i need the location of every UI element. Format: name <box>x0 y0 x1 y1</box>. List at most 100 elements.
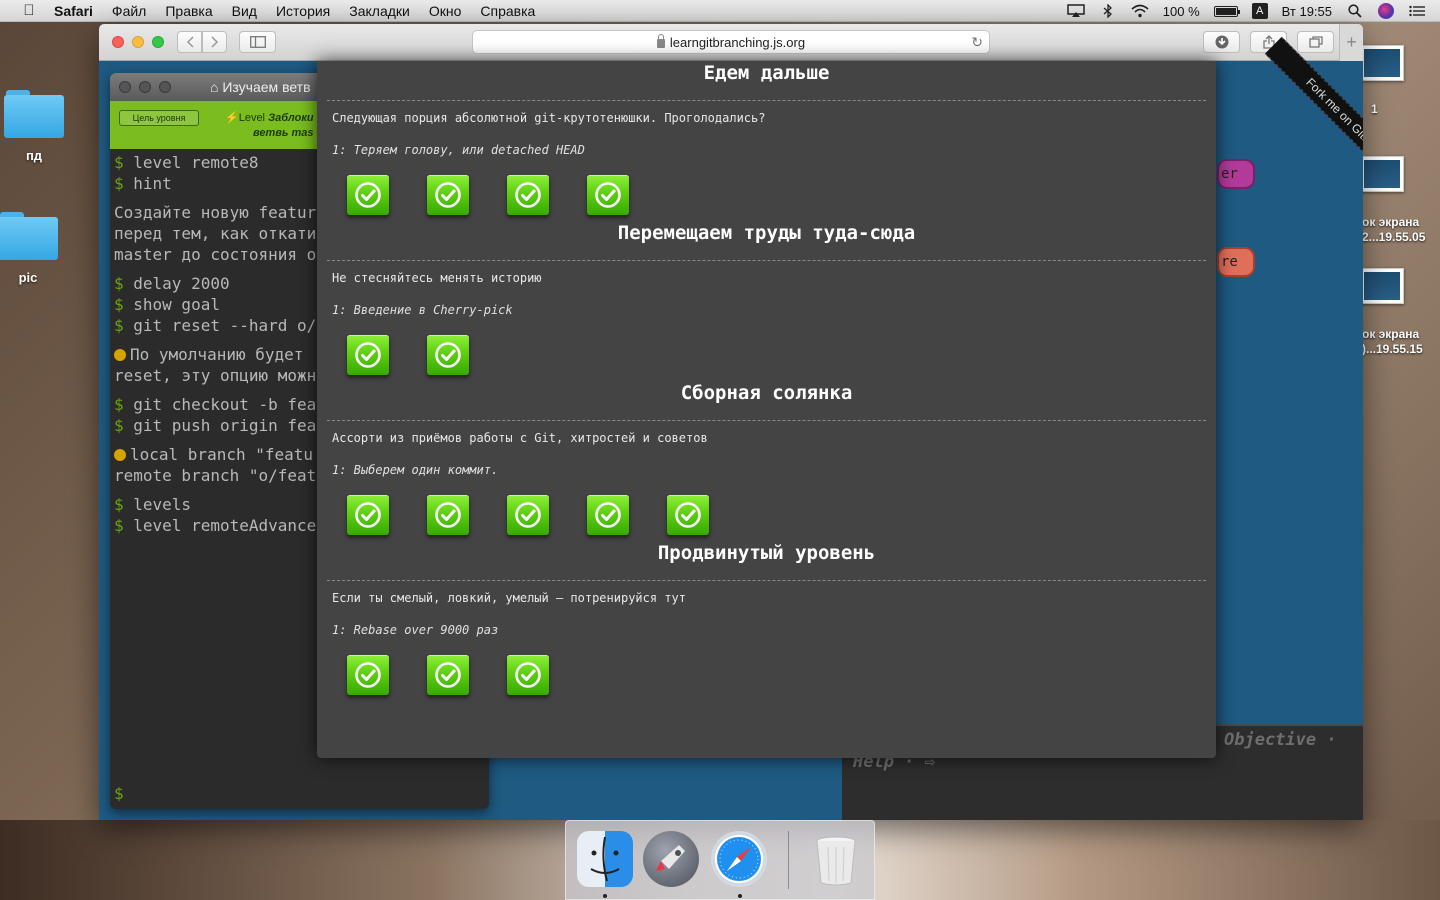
check-icon <box>435 502 461 528</box>
launchpad-icon[interactable] <box>643 831 699 887</box>
desktop-folder-pic[interactable]: pic <box>0 212 58 285</box>
section-title: Продвинутый уровень <box>657 542 876 564</box>
section-title: Сборная солянка <box>680 382 853 404</box>
check-icon <box>515 182 541 208</box>
new-tab-button[interactable]: + <box>1339 24 1363 61</box>
folder-icon <box>0 212 58 260</box>
desktop-folder-pd[interactable]: пд <box>4 90 64 163</box>
menu-history[interactable]: История <box>276 3 330 19</box>
folder-icon <box>4 90 64 138</box>
level-section: Сборная солянка Ассорти из приёмов работы… <box>317 381 1216 541</box>
completed-level-button[interactable] <box>667 495 709 535</box>
section-divider <box>327 420 1206 421</box>
level-buttons <box>347 335 507 375</box>
section-description: Не стесняйтесь менять историю <box>332 271 542 285</box>
desktop-screenshot-thumbnail[interactable] <box>1360 156 1404 192</box>
levels-sections: Едем дальше Следующая порция абсолютной g… <box>317 61 1216 701</box>
completed-level-button[interactable] <box>347 495 389 535</box>
level-section: Едем дальше Следующая порция абсолютной g… <box>317 61 1216 221</box>
forward-button[interactable] <box>202 31 227 53</box>
apple-menu-icon[interactable]:  <box>20 2 38 20</box>
section-divider <box>327 260 1206 261</box>
level-buttons <box>347 495 747 535</box>
bluetooth-icon[interactable] <box>1099 4 1117 18</box>
desktop-screenshot-thumbnail[interactable] <box>1360 45 1404 81</box>
terminal-prompt[interactable]: $ <box>114 784 124 803</box>
downloads-button[interactable] <box>1203 31 1240 53</box>
finder-icon[interactable] <box>577 831 633 887</box>
terminal-minimize-dot[interactable] <box>139 81 151 93</box>
completed-level-button[interactable] <box>427 655 469 695</box>
completed-level-button[interactable] <box>427 335 469 375</box>
fullscreen-window-button[interactable] <box>152 36 164 48</box>
minimize-window-button[interactable] <box>132 36 144 48</box>
notification-center-icon[interactable] <box>1408 4 1426 18</box>
warning-icon <box>114 349 126 361</box>
branch-label: re <box>1217 247 1255 277</box>
check-icon <box>435 342 461 368</box>
safari-window: learngitbranching.js.org ↻ + ⌂ Изучаем в… <box>99 24 1363 820</box>
sidebar-toggle-button[interactable] <box>239 31 276 53</box>
close-window-button[interactable] <box>112 36 124 48</box>
desktop-screenshot-thumbnail[interactable] <box>1360 268 1404 304</box>
safari-icon[interactable] <box>711 831 767 887</box>
battery-icon[interactable] <box>1213 5 1240 17</box>
completed-level-button[interactable] <box>587 175 629 215</box>
url-text: learngitbranching.js.org <box>669 34 806 50</box>
completed-level-button[interactable] <box>507 495 549 535</box>
menu-file[interactable]: Файл <box>112 3 146 19</box>
menu-edit[interactable]: Правка <box>165 3 212 19</box>
completed-level-button[interactable] <box>347 175 389 215</box>
objective-link[interactable]: Objective · <box>1224 730 1337 750</box>
address-bar[interactable]: learngitbranching.js.org ↻ <box>472 30 990 54</box>
menubar-clock[interactable]: Вт 19:55 <box>1282 4 1332 19</box>
spotlight-search-icon[interactable] <box>1346 4 1364 18</box>
menu-help[interactable]: Справка <box>480 3 535 19</box>
siri-icon[interactable] <box>1378 3 1394 19</box>
tab-overview-button[interactable] <box>1297 31 1334 53</box>
wifi-icon[interactable] <box>1131 4 1149 18</box>
check-icon <box>435 662 461 688</box>
menu-bar:  Safari Файл Правка Вид История Закладк… <box>0 0 1440 22</box>
section-level-name: 1: Выберем один коммит. <box>332 463 499 477</box>
completed-level-button[interactable] <box>347 335 389 375</box>
chevron-left-icon <box>186 36 194 48</box>
levels-modal: Едем дальше Следующая порция абсолютной g… <box>317 61 1216 758</box>
check-icon <box>595 182 621 208</box>
level-goal-button[interactable]: Цель уровня <box>119 110 199 126</box>
menu-bookmarks[interactable]: Закладки <box>349 3 410 19</box>
terminal-close-dot[interactable] <box>119 81 131 93</box>
completed-level-button[interactable] <box>427 175 469 215</box>
completed-level-button[interactable] <box>347 655 389 695</box>
check-icon <box>675 502 701 528</box>
section-title: Едем дальше <box>703 62 830 84</box>
desktop-folder-label: pic <box>18 270 38 285</box>
back-button[interactable] <box>177 31 202 53</box>
check-icon <box>355 502 381 528</box>
menu-app-name[interactable]: Safari <box>54 3 93 19</box>
check-icon <box>435 182 461 208</box>
check-icon <box>515 502 541 528</box>
completed-level-button[interactable] <box>427 495 469 535</box>
battery-percent: 100 % <box>1162 3 1200 19</box>
level-section: Продвинутый уровень Если ты смелый, ловки… <box>317 541 1216 701</box>
reload-icon[interactable]: ↻ <box>971 34 983 51</box>
tabs-icon <box>1308 36 1323 48</box>
section-divider <box>327 100 1206 101</box>
menu-window[interactable]: Окно <box>429 3 462 19</box>
terminal-maximize-dot[interactable] <box>159 81 171 93</box>
download-icon <box>1215 35 1228 49</box>
browser-toolbar: learngitbranching.js.org ↻ + <box>99 24 1363 61</box>
section-level-name: 1: Введение в Cherry-pick <box>332 303 513 317</box>
trash-icon[interactable] <box>808 831 864 887</box>
check-icon <box>515 662 541 688</box>
lock-icon <box>656 33 665 48</box>
completed-level-button[interactable] <box>587 495 629 535</box>
desktop-file-label: ок экрана)...19.55.15 <box>1362 327 1423 356</box>
chevron-right-icon <box>210 36 218 48</box>
completed-level-button[interactable] <box>507 655 549 695</box>
input-source-icon[interactable]: A <box>1251 3 1268 19</box>
menu-view[interactable]: Вид <box>232 3 257 19</box>
completed-level-button[interactable] <box>507 175 549 215</box>
airplay-icon[interactable] <box>1067 4 1085 18</box>
